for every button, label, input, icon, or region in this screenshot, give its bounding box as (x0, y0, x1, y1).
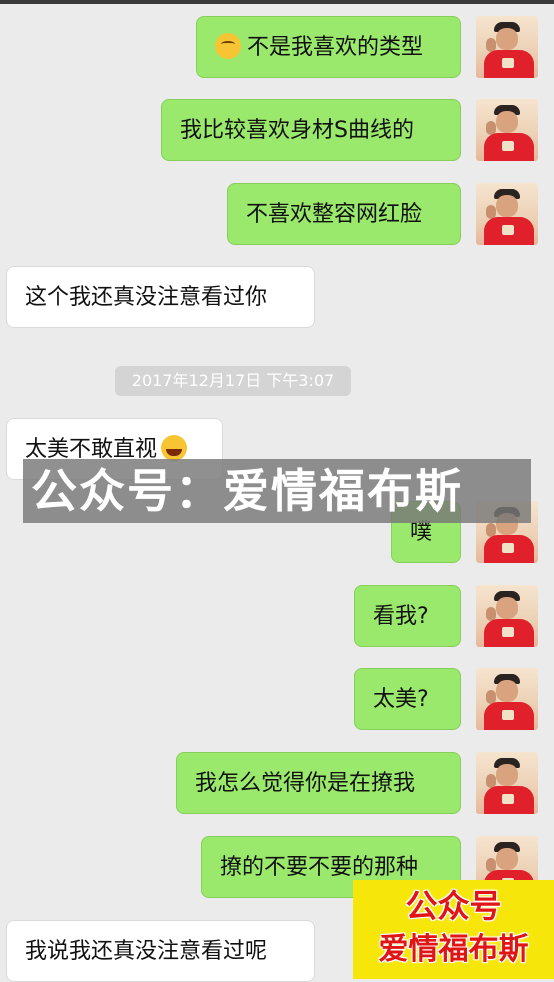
message-text: 我比较喜欢身材S曲线的 (180, 118, 414, 143)
message-text: 不是我喜欢的类型 (247, 35, 424, 60)
message-bubble-sent[interactable]: 不喜欢整容网红脸 (227, 183, 461, 245)
message-bubble-sent[interactable]: 我比较喜欢身材S曲线的 (161, 99, 461, 161)
message-text: 这个我还真没注意看过你 (25, 285, 268, 310)
message-bubble-sent[interactable]: 太美? (354, 668, 461, 730)
avatar[interactable] (476, 668, 538, 730)
avatar[interactable] (476, 16, 538, 78)
message-text: 我说我还真没注意看过呢 (25, 939, 268, 964)
message-text: 看我? (373, 604, 429, 629)
message-text: 噗 (410, 520, 433, 545)
message-text: 我怎么觉得你是在撩我 (195, 771, 416, 796)
status-bar-edge (0, 0, 554, 4)
message-bubble-received[interactable]: 我说我还真没注意看过呢 (6, 920, 315, 982)
message-text: 不喜欢整容网红脸 (246, 202, 423, 227)
slightly-smiling-face-icon (215, 33, 241, 59)
avatar[interactable] (476, 585, 538, 647)
avatar[interactable] (476, 99, 538, 161)
watermark-banner: 公众号：爱情福布斯 (23, 459, 531, 523)
message-bubble-sent[interactable]: 不是我喜欢的类型 (196, 16, 461, 78)
timestamp: 2017年12月17日 下午3:07 (115, 366, 351, 396)
message-bubble-sent[interactable]: 看我? (354, 585, 461, 647)
message-bubble-sent[interactable]: 我怎么觉得你是在撩我 (176, 752, 461, 814)
avatar[interactable] (476, 752, 538, 814)
message-text: 撩的不要不要的那种 (220, 855, 419, 880)
tears-of-joy-icon (161, 435, 188, 461)
badge-line-1: 公众号 (405, 887, 502, 925)
message-bubble-received[interactable]: 这个我还真没注意看过你 (6, 266, 315, 328)
badge-line-2: 爱情福布斯 (378, 932, 529, 967)
avatar[interactable] (476, 183, 538, 245)
message-text: 太美? (373, 687, 429, 712)
watermark-badge: 公众号 爱情福布斯 (353, 880, 554, 979)
